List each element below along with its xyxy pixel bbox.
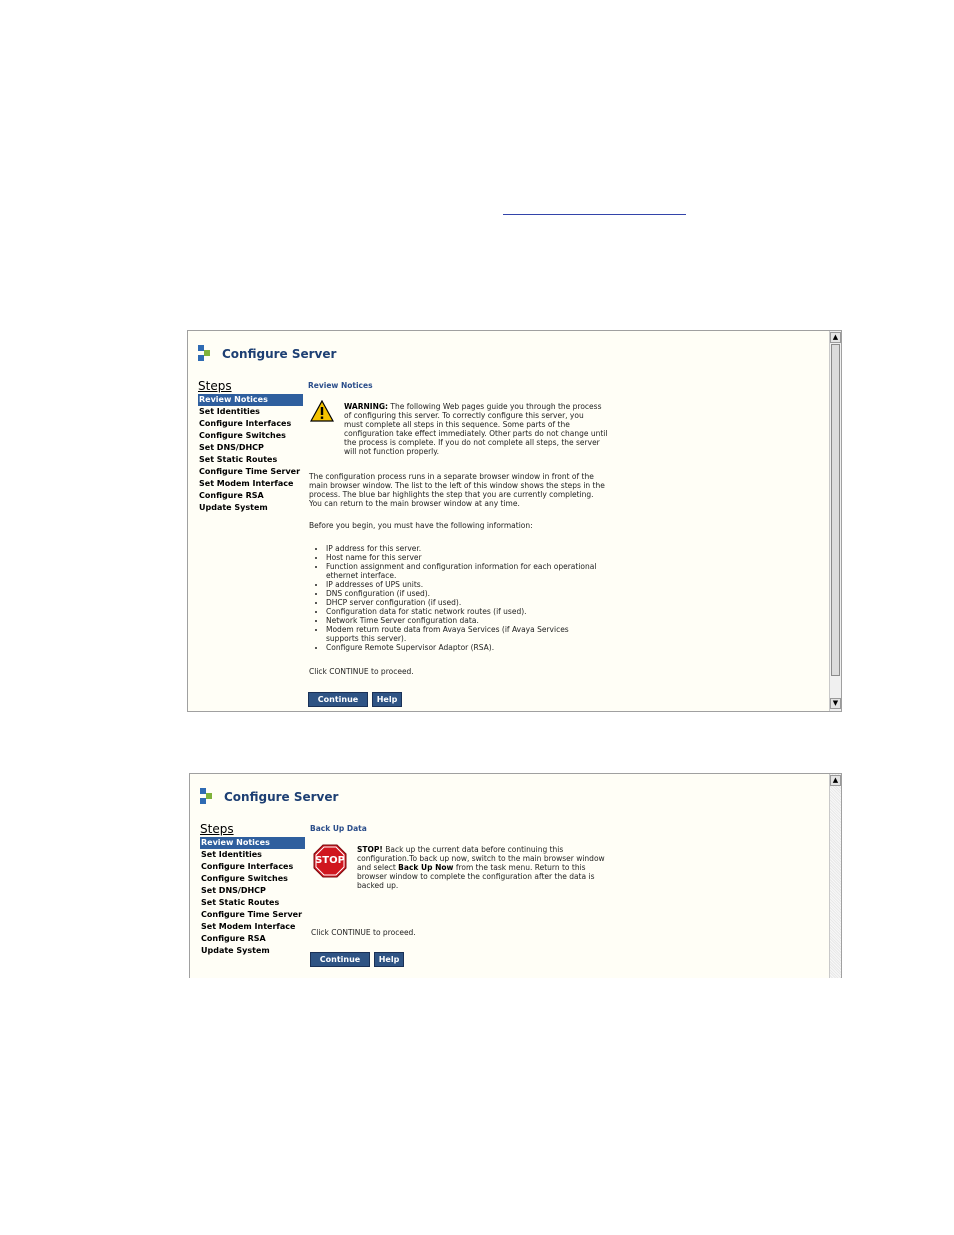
warning-line: must complete all steps in this sequence… <box>344 420 570 429</box>
list-item: IP address for this server. <box>326 544 656 553</box>
paragraph-line: main browser window. The list to the lef… <box>309 481 605 490</box>
section-title-wrap: Review Notices <box>308 381 373 390</box>
help-button[interactable]: Help <box>374 952 404 967</box>
warning-line: will not function properly. <box>344 447 440 456</box>
continue-button[interactable]: Continue <box>310 952 370 967</box>
step-configure-switches[interactable]: Configure Switches <box>198 430 303 442</box>
step-configure-rsa[interactable]: Configure RSA <box>198 490 303 502</box>
step-configure-switches[interactable]: Configure Switches <box>200 873 305 885</box>
proceed-text: Click CONTINUE to proceed. <box>309 667 414 676</box>
stop-line: configuration.To back up now, switch to … <box>357 854 605 863</box>
warning-icon <box>310 400 334 422</box>
vertical-scrollbar[interactable]: ▲ <box>829 774 841 978</box>
warning-line: The following Web pages guide you throug… <box>390 402 602 411</box>
stop-label: STOP! <box>357 845 383 854</box>
steps-list: Review Notices Set Identities Configure … <box>200 837 305 957</box>
help-button[interactable]: Help <box>372 692 402 707</box>
back-up-now-label: Back Up Now <box>398 863 454 872</box>
step-set-modem-interface[interactable]: Set Modem Interface <box>200 921 305 933</box>
step-configure-time-server[interactable]: Configure Time Server <box>200 909 305 921</box>
steps-title: Steps <box>198 379 232 393</box>
stop-line: browser window to complete the configura… <box>357 872 595 881</box>
proceed-text: Click CONTINUE to proceed. <box>311 928 416 937</box>
warning-line: configuration take effect immediately. O… <box>344 429 608 438</box>
warning-line: the process is complete. If you do not c… <box>344 438 600 447</box>
scroll-up-icon[interactable]: ▲ <box>830 775 841 786</box>
configure-server-window-review-notices: Configure Server Steps Review Notices Se… <box>187 330 842 712</box>
section-title: Back Up Data <box>310 824 367 833</box>
scroll-up-icon[interactable]: ▲ <box>830 332 841 343</box>
step-configure-interfaces[interactable]: Configure Interfaces <box>198 418 303 430</box>
step-configure-time-server[interactable]: Configure Time Server <box>198 466 303 478</box>
list-item: IP addresses of UPS units. <box>326 580 656 589</box>
stop-line: Back up the current data before continui… <box>385 845 564 854</box>
stop-line: and select <box>357 863 399 872</box>
scroll-thumb[interactable] <box>831 344 840 676</box>
stop-sign-icon: STOP <box>313 844 347 878</box>
warning-line: of configuring this server. To correctly… <box>344 411 584 420</box>
list-item: Modem return route data from Avaya Servi… <box>326 625 596 643</box>
process-paragraph: The configuration process runs in a sepa… <box>309 472 629 508</box>
stop-text: STOP! Back up the current data before co… <box>357 845 605 890</box>
steps-title: Steps <box>200 822 234 836</box>
list-item: Host name for this server <box>326 553 656 562</box>
step-update-system[interactable]: Update System <box>198 502 303 514</box>
warning-text: WARNING: The following Web pages guide y… <box>344 402 607 456</box>
list-item: DHCP server configuration (if used). <box>326 598 656 607</box>
step-set-dns-dhcp[interactable]: Set DNS/DHCP <box>200 885 305 897</box>
warning-label: WARNING: <box>344 402 389 411</box>
continue-button[interactable]: Continue <box>308 692 368 707</box>
list-item: Function assignment and configuration in… <box>326 562 616 580</box>
scroll-down-icon[interactable]: ▼ <box>830 698 841 709</box>
list-item: Configuration data for static network ro… <box>326 607 656 616</box>
step-set-modem-interface[interactable]: Set Modem Interface <box>198 478 303 490</box>
app-title: Configure Server <box>222 347 337 361</box>
step-set-identities[interactable]: Set Identities <box>200 849 305 861</box>
stop-sign-text: STOP <box>315 855 345 866</box>
step-review-notices[interactable]: Review Notices <box>198 394 303 406</box>
list-item: Network Time Server configuration data. <box>326 616 656 625</box>
app-logo-icon <box>198 345 212 361</box>
step-review-notices[interactable]: Review Notices <box>200 837 305 849</box>
paragraph-line: You can return to the main browser windo… <box>309 499 520 508</box>
list-item: DNS configuration (if used). <box>326 589 656 598</box>
step-configure-rsa[interactable]: Configure RSA <box>200 933 305 945</box>
step-update-system[interactable]: Update System <box>200 945 305 957</box>
step-set-static-routes[interactable]: Set Static Routes <box>198 454 303 466</box>
app-title: Configure Server <box>224 790 339 804</box>
required-info-list: IP address for this server. Host name fo… <box>298 544 656 652</box>
section-title-wrap: Back Up Data <box>310 824 367 833</box>
app-logo-icon <box>200 788 214 804</box>
vertical-scrollbar[interactable]: ▲ ▼ <box>829 331 841 711</box>
list-item: Configure Remote Supervisor Adaptor (RSA… <box>326 643 656 652</box>
hyperlink-underline[interactable] <box>503 214 686 215</box>
paragraph-line: process. The blue bar highlights the ste… <box>309 490 594 499</box>
paragraph-line: The configuration process runs in a sepa… <box>309 472 594 481</box>
configure-server-window-back-up-data: Configure Server Steps Review Notices Se… <box>189 773 842 978</box>
step-set-identities[interactable]: Set Identities <box>198 406 303 418</box>
stop-line: from the task menu. Return to this <box>453 863 586 872</box>
section-title: Review Notices <box>308 381 373 390</box>
stop-line: backed up. <box>357 881 399 890</box>
step-set-dns-dhcp[interactable]: Set DNS/DHCP <box>198 442 303 454</box>
step-set-static-routes[interactable]: Set Static Routes <box>200 897 305 909</box>
steps-list: Review Notices Set Identities Configure … <box>198 394 303 514</box>
step-configure-interfaces[interactable]: Configure Interfaces <box>200 861 305 873</box>
before-you-begin-text: Before you begin, you must have the foll… <box>309 521 533 530</box>
